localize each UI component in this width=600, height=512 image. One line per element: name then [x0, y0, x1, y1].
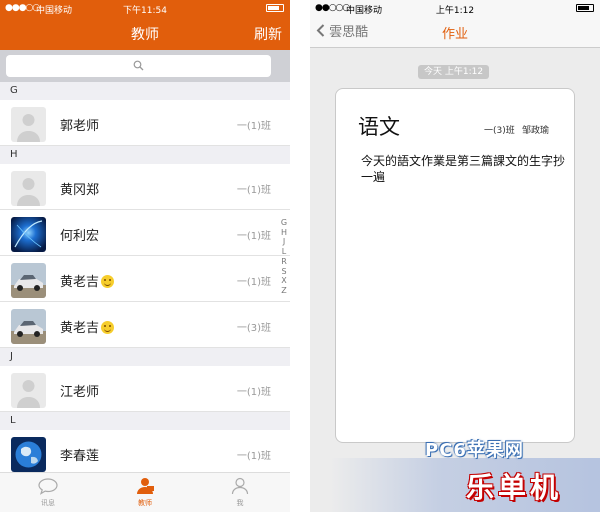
- teacher-name: 黄冈郑: [60, 183, 100, 198]
- teacher-row[interactable]: 郭老师 一(1)班: [0, 100, 290, 146]
- teacher-row[interactable]: 江老师 一(1)班: [0, 366, 290, 412]
- homework-content: 今天的語文作業是第三篇課文的生字抄一遍: [361, 154, 566, 184]
- avatar: [11, 217, 46, 252]
- section-header-l: L: [0, 412, 290, 430]
- avatar: [11, 373, 46, 408]
- status-time: 下午11:54: [123, 6, 167, 16]
- teacher-list: G 郭老师 一(1)班 H 黄冈郑 一(1)班 何利宏 一(1)班 黄老吉 一(1)班 黄老吉 一(3…: [0, 82, 290, 476]
- avatar: [11, 437, 46, 472]
- index-letter[interactable]: L: [279, 247, 289, 257]
- teacher-name: 江老师: [60, 385, 100, 400]
- teacher-row[interactable]: 何利宏 一(1)班: [0, 210, 290, 256]
- tab-me[interactable]: 我: [210, 477, 270, 508]
- teacher-name: 黄老吉: [60, 271, 115, 290]
- section-header-j: J: [0, 348, 290, 366]
- teacher-class: 一(1)班: [236, 185, 271, 196]
- status-time: 上午1:12: [435, 6, 475, 16]
- index-letter[interactable]: X: [279, 276, 289, 286]
- avatar: [11, 263, 46, 298]
- status-bar: ●●●○○ 中国移动 下午11:54: [0, 0, 290, 16]
- teacher-class: 一(1)班: [236, 121, 271, 132]
- teacher-name: 李春莲: [60, 449, 100, 464]
- teacher-list-screen: ●●●○○ 中国移动 下午11:54 教师 刷新 G 郭老师 一(1)班 H 黄冈郑 一(…: [0, 0, 290, 512]
- page-title: 作业: [441, 27, 468, 42]
- battery-icon: [266, 4, 284, 12]
- teacher-row[interactable]: 黄冈郑 一(1)班: [0, 164, 290, 210]
- homework-class: 一(3)班: [484, 126, 515, 136]
- index-letter[interactable]: S: [279, 267, 289, 277]
- teacher-row[interactable]: 黄老吉 一(1)班: [0, 256, 290, 302]
- tab-label: 讯息: [41, 499, 55, 507]
- avatar: [11, 107, 46, 142]
- teacher-class: 一(1)班: [236, 387, 271, 398]
- index-letter[interactable]: G: [279, 218, 289, 228]
- chat-bubble-icon: [38, 478, 58, 495]
- section-header-g: G: [0, 82, 290, 100]
- smile-emoji-icon: [101, 321, 115, 334]
- teacher-class: 一(1)班: [236, 231, 271, 242]
- teacher-class: 一(1)班: [236, 277, 271, 288]
- search-bar: [0, 50, 290, 82]
- nav-bar: ●●○○○ 中国移动 上午1:12 雲思酷 作业: [310, 0, 600, 48]
- message-timestamp: 今天 上午1:12: [418, 65, 490, 79]
- teacher-name: 黄老吉: [60, 317, 115, 336]
- watermark-site: PC6苹果网: [425, 440, 524, 461]
- watermark-brand: 乐单机: [466, 471, 563, 504]
- tab-teachers[interactable]: 教师: [115, 477, 175, 508]
- battery-icon: [576, 4, 594, 12]
- homework-subject: 语文: [358, 115, 400, 139]
- teacher-icon: [137, 478, 154, 494]
- avatar: [11, 171, 46, 206]
- panel-divider: [290, 0, 310, 512]
- search-icon: [133, 60, 144, 71]
- person-icon: [231, 477, 249, 495]
- homework-card: 语文 一(3)班 邹政瑜 今天的語文作業是第三篇課文的生字抄一遍: [335, 88, 575, 443]
- teacher-row[interactable]: 李春莲 一(1)班: [0, 430, 290, 476]
- tab-label: 教师: [138, 499, 152, 507]
- status-bar: ●●○○○ 中国移动 上午1:12: [310, 0, 600, 16]
- teacher-row[interactable]: 黄老吉 一(3)班: [0, 302, 290, 348]
- search-input[interactable]: [6, 55, 271, 77]
- page-title: 教师: [131, 27, 159, 43]
- refresh-button[interactable]: 刷新: [254, 24, 282, 44]
- tab-messages[interactable]: 讯息: [18, 477, 78, 508]
- index-letter[interactable]: H: [279, 228, 289, 238]
- nav-bar: ●●●○○ 中国移动 下午11:54 教师 刷新: [0, 0, 290, 50]
- teacher-name: 何利宏: [60, 229, 100, 244]
- smile-emoji-icon: [101, 275, 115, 288]
- tab-bar: 讯息 教师 我: [0, 472, 290, 512]
- homework-teacher: 邹政瑜: [522, 126, 550, 136]
- teacher-class: 一(3)班: [236, 323, 271, 334]
- index-letter[interactable]: R: [279, 257, 289, 267]
- teacher-name: 郭老师: [60, 119, 100, 134]
- avatar: [11, 309, 46, 344]
- index-letter[interactable]: J: [279, 237, 289, 247]
- tab-label: 我: [236, 499, 244, 507]
- teacher-class: 一(1)班: [236, 451, 271, 462]
- alphabet-index[interactable]: GHJLRSXZ: [279, 218, 289, 296]
- section-header-h: H: [0, 146, 290, 164]
- index-letter[interactable]: Z: [279, 286, 289, 296]
